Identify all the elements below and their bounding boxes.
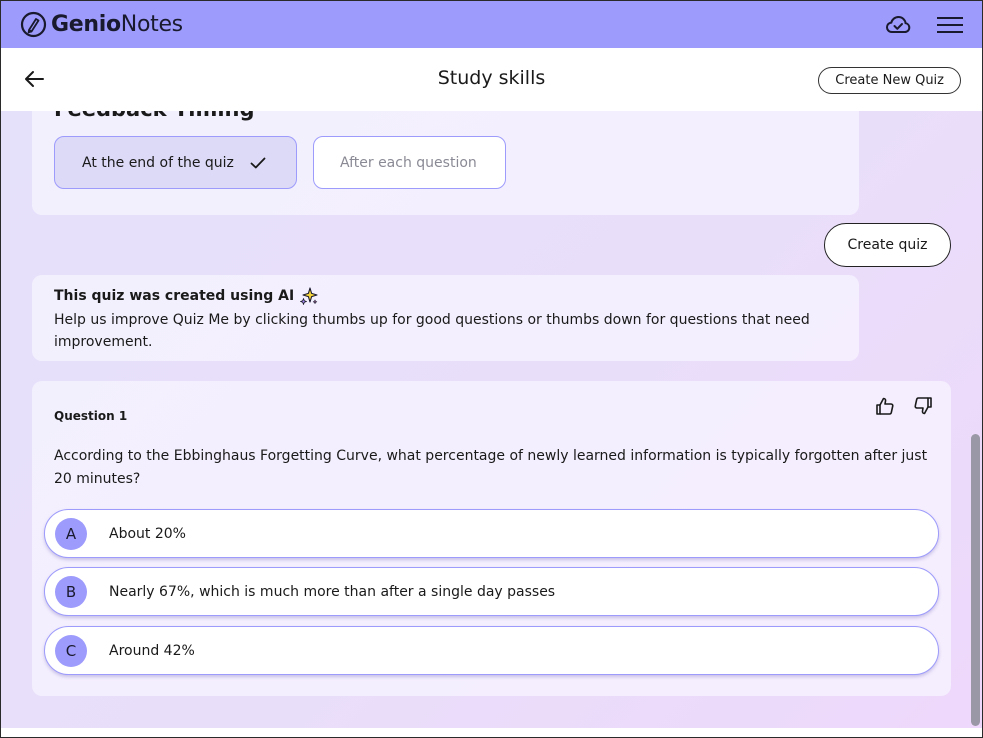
question-card: Question 1 According to the Ebbinghaus F… — [32, 381, 951, 696]
hamburger-menu-icon[interactable] — [937, 16, 963, 34]
sparkles-icon — [300, 287, 318, 305]
page-header: Study skills Create New Quiz — [1, 48, 982, 111]
option-end-of-quiz[interactable]: At the end of the quiz — [54, 136, 297, 189]
ai-notice-text: Help us improve Quiz Me by clicking thum… — [54, 312, 810, 350]
check-icon — [250, 157, 266, 168]
ai-notice-title-text: This quiz was created using AI — [54, 288, 295, 304]
answer-option-a[interactable]: A About 20% — [44, 509, 939, 558]
answer-letter-badge: A — [55, 517, 87, 550]
create-new-quiz-button[interactable]: Create New Quiz — [818, 67, 961, 94]
option-label: After each question — [340, 154, 477, 171]
answer-text: About 20% — [109, 525, 186, 542]
feedback-timing-title: Feedback Timing — [54, 111, 255, 121]
cloud-sync-icon[interactable] — [885, 14, 911, 36]
option-label: At the end of the quiz — [82, 154, 234, 171]
main-content[interactable]: Feedback Timing At the end of the quiz A… — [1, 111, 982, 728]
thumbs-up-icon[interactable] — [875, 396, 895, 416]
logo-text: GenioNotes — [51, 12, 183, 37]
answer-option-c[interactable]: C Around 42% — [44, 626, 939, 675]
answer-text: Nearly 67%, which is much more than afte… — [109, 583, 556, 600]
answer-text: Around 42% — [109, 642, 195, 659]
answer-letter-badge: B — [55, 575, 87, 608]
option-after-each-question[interactable]: After each question — [313, 136, 506, 189]
thumbs-down-icon[interactable] — [913, 396, 933, 416]
question-number: Question 1 — [54, 409, 128, 423]
ai-notice-card: This quiz was created using AI Help us i… — [32, 275, 859, 361]
answer-letter-badge: C — [55, 634, 87, 667]
top-bar: GenioNotes — [1, 1, 982, 48]
logo-icon — [20, 11, 47, 38]
create-quiz-button[interactable]: Create quiz — [824, 223, 951, 267]
question-text: According to the Ebbinghaus Forgetting C… — [54, 448, 928, 487]
scrollbar-thumb[interactable] — [971, 434, 980, 726]
feedback-timing-card: Feedback Timing At the end of the quiz A… — [32, 111, 859, 215]
ai-notice-title: This quiz was created using AI — [54, 286, 319, 306]
answer-option-b[interactable]: B Nearly 67%, which is much more than af… — [44, 567, 939, 616]
logo[interactable]: GenioNotes — [20, 11, 183, 38]
